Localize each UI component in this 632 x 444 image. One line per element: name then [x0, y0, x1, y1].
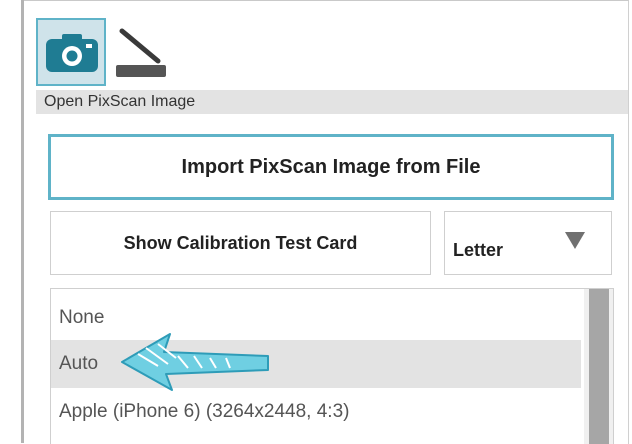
paper-size-value: Letter	[453, 240, 504, 260]
list-item-apple-iphone6[interactable]: Apple (iPhone 6) (3264x2448, 4:3)	[51, 388, 581, 436]
show-calibration-card-button[interactable]: Show Calibration Test Card	[50, 211, 431, 275]
camera-icon	[46, 34, 98, 72]
list-scrollbar[interactable]	[584, 289, 613, 444]
paper-size-select[interactable]: Letter	[444, 211, 612, 275]
pixscan-panel: Open PixScan Image Import PixScan Image …	[24, 0, 629, 444]
list-scrollbar-thumb[interactable]	[589, 289, 609, 444]
scanner-icon	[116, 28, 166, 77]
scanner-tool-button[interactable]	[114, 25, 170, 81]
left-rail	[0, 0, 24, 443]
dropdown-arrow-icon[interactable]	[565, 232, 585, 249]
camera-tool-button[interactable]	[36, 18, 106, 86]
section-title: Open PixScan Image	[36, 90, 628, 114]
arrow-pointer-icon	[121, 333, 269, 391]
import-pixscan-button[interactable]: Import PixScan Image from File	[48, 134, 614, 200]
